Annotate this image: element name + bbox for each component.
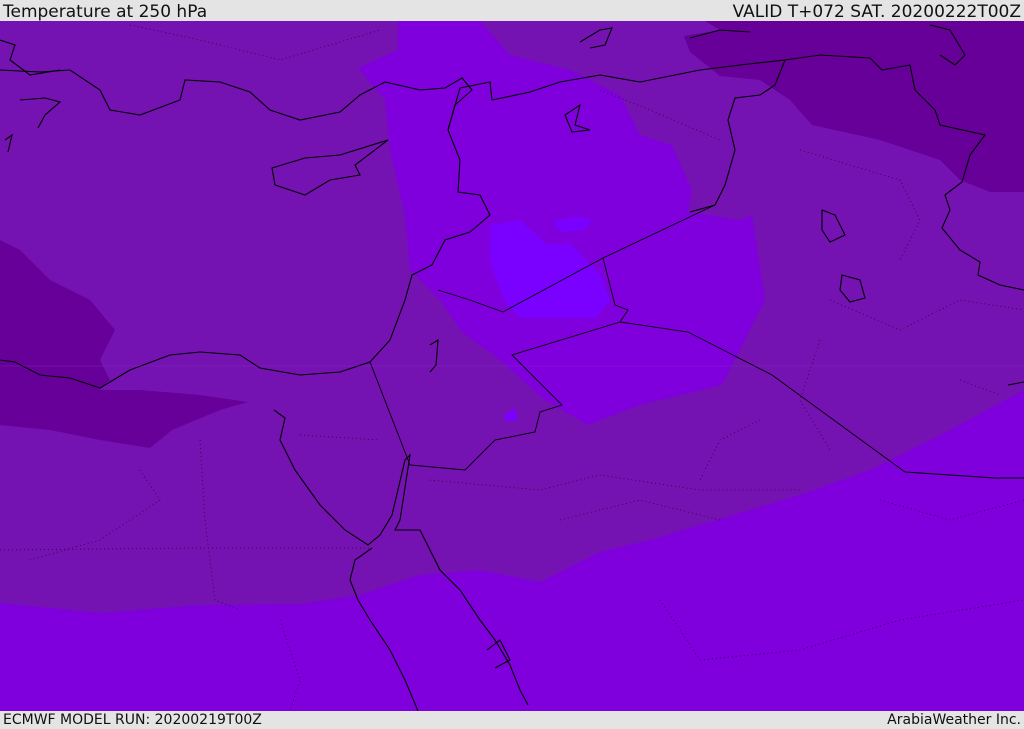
header-bar: Temperature at 250 hPa VALID T+072 SAT. …	[0, 0, 1024, 21]
map-title: Temperature at 250 hPa	[3, 2, 208, 22]
footer-bar: ECMWF MODEL RUN: 20200219T00Z ArabiaWeat…	[0, 711, 1024, 729]
model-run: ECMWF MODEL RUN: 20200219T00Z	[3, 712, 262, 728]
temperature-map	[0, 21, 1024, 712]
valid-time: VALID T+072 SAT. 20200222T00Z	[732, 2, 1021, 22]
credit: ArabiaWeather Inc.	[887, 712, 1021, 728]
